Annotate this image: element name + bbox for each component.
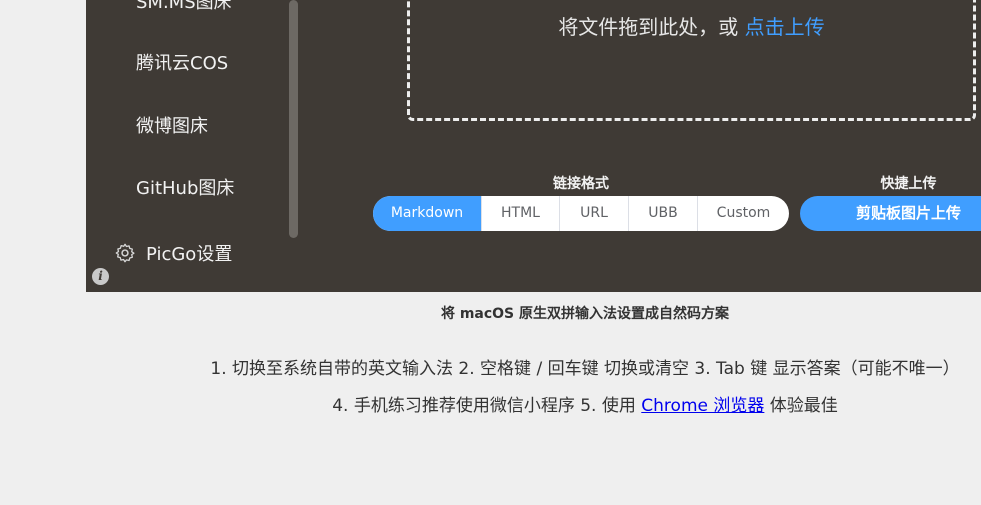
figure-caption: 将 macOS 原生双拼输入法设置成自然码方案 [440, 306, 730, 322]
drop-zone-text: 将文件拖到此处，或 点击上传 [410, 11, 973, 40]
gear-icon [115, 243, 135, 263]
info-icon[interactable]: i [92, 268, 109, 285]
format-option-custom[interactable]: Custom [697, 196, 789, 231]
sidebar-item-settings[interactable]: PicGo设置 [114, 240, 232, 266]
clipboard-upload-button[interactable]: 剪贴板图片上传 [800, 196, 981, 231]
picgo-screenshot: SM.MS图床 腾讯云COS 微博图床 GitHub图床 PicGo设置 i 将… [86, 0, 981, 292]
upload-drop-zone[interactable]: 将文件拖到此处，或 点击上传 [407, 0, 976, 121]
page: SM.MS图床 腾讯云COS 微博图床 GitHub图床 PicGo设置 i 将… [0, 0, 981, 505]
format-option-html[interactable]: HTML [481, 196, 559, 231]
quick-upload-title: 快捷上传 [880, 176, 937, 192]
format-option-ubb[interactable]: UBB [628, 196, 697, 231]
settings-label: PicGo设置 [146, 244, 233, 265]
link-format-title: 链接格式 [553, 176, 609, 192]
format-option-markdown[interactable]: Markdown [373, 196, 481, 231]
sidebar-item-smms[interactable]: SM.MS图床 [136, 0, 232, 14]
sidebar-item-github[interactable]: GitHub图床 [136, 174, 234, 200]
sidebar-item-weibo[interactable]: 微博图床 [136, 112, 208, 138]
sidebar-item-tencent-cos[interactable]: 腾讯云COS [136, 49, 228, 75]
format-option-url[interactable]: URL [559, 196, 628, 231]
sidebar-scrollbar[interactable] [289, 0, 298, 238]
click-upload-link[interactable]: 点击上传 [745, 15, 825, 39]
drop-zone-hint: 将文件拖到此处，或 [558, 15, 745, 39]
link-format-group: Markdown HTML URL UBB Custom [373, 196, 789, 231]
tips-line-2-start: 4. 手机练习推荐使用微信小程序 5. 使用 [332, 396, 642, 416]
tips-line-2-end: 体验最佳 [764, 396, 838, 416]
sidebar: SM.MS图床 腾讯云COS 微博图床 GitHub图床 PicGo设置 i [86, 0, 300, 292]
tips-line-2: 4. 手机练习推荐使用微信小程序 5. 使用 Chrome 浏览器 体验最佳 [0, 391, 981, 416]
chrome-browser-link[interactable]: Chrome 浏览器 [641, 396, 764, 416]
tips-line-1: 1. 切换至系统自带的英文输入法 2. 空格键 / 回车键 切换或清空 3. T… [210, 359, 960, 379]
